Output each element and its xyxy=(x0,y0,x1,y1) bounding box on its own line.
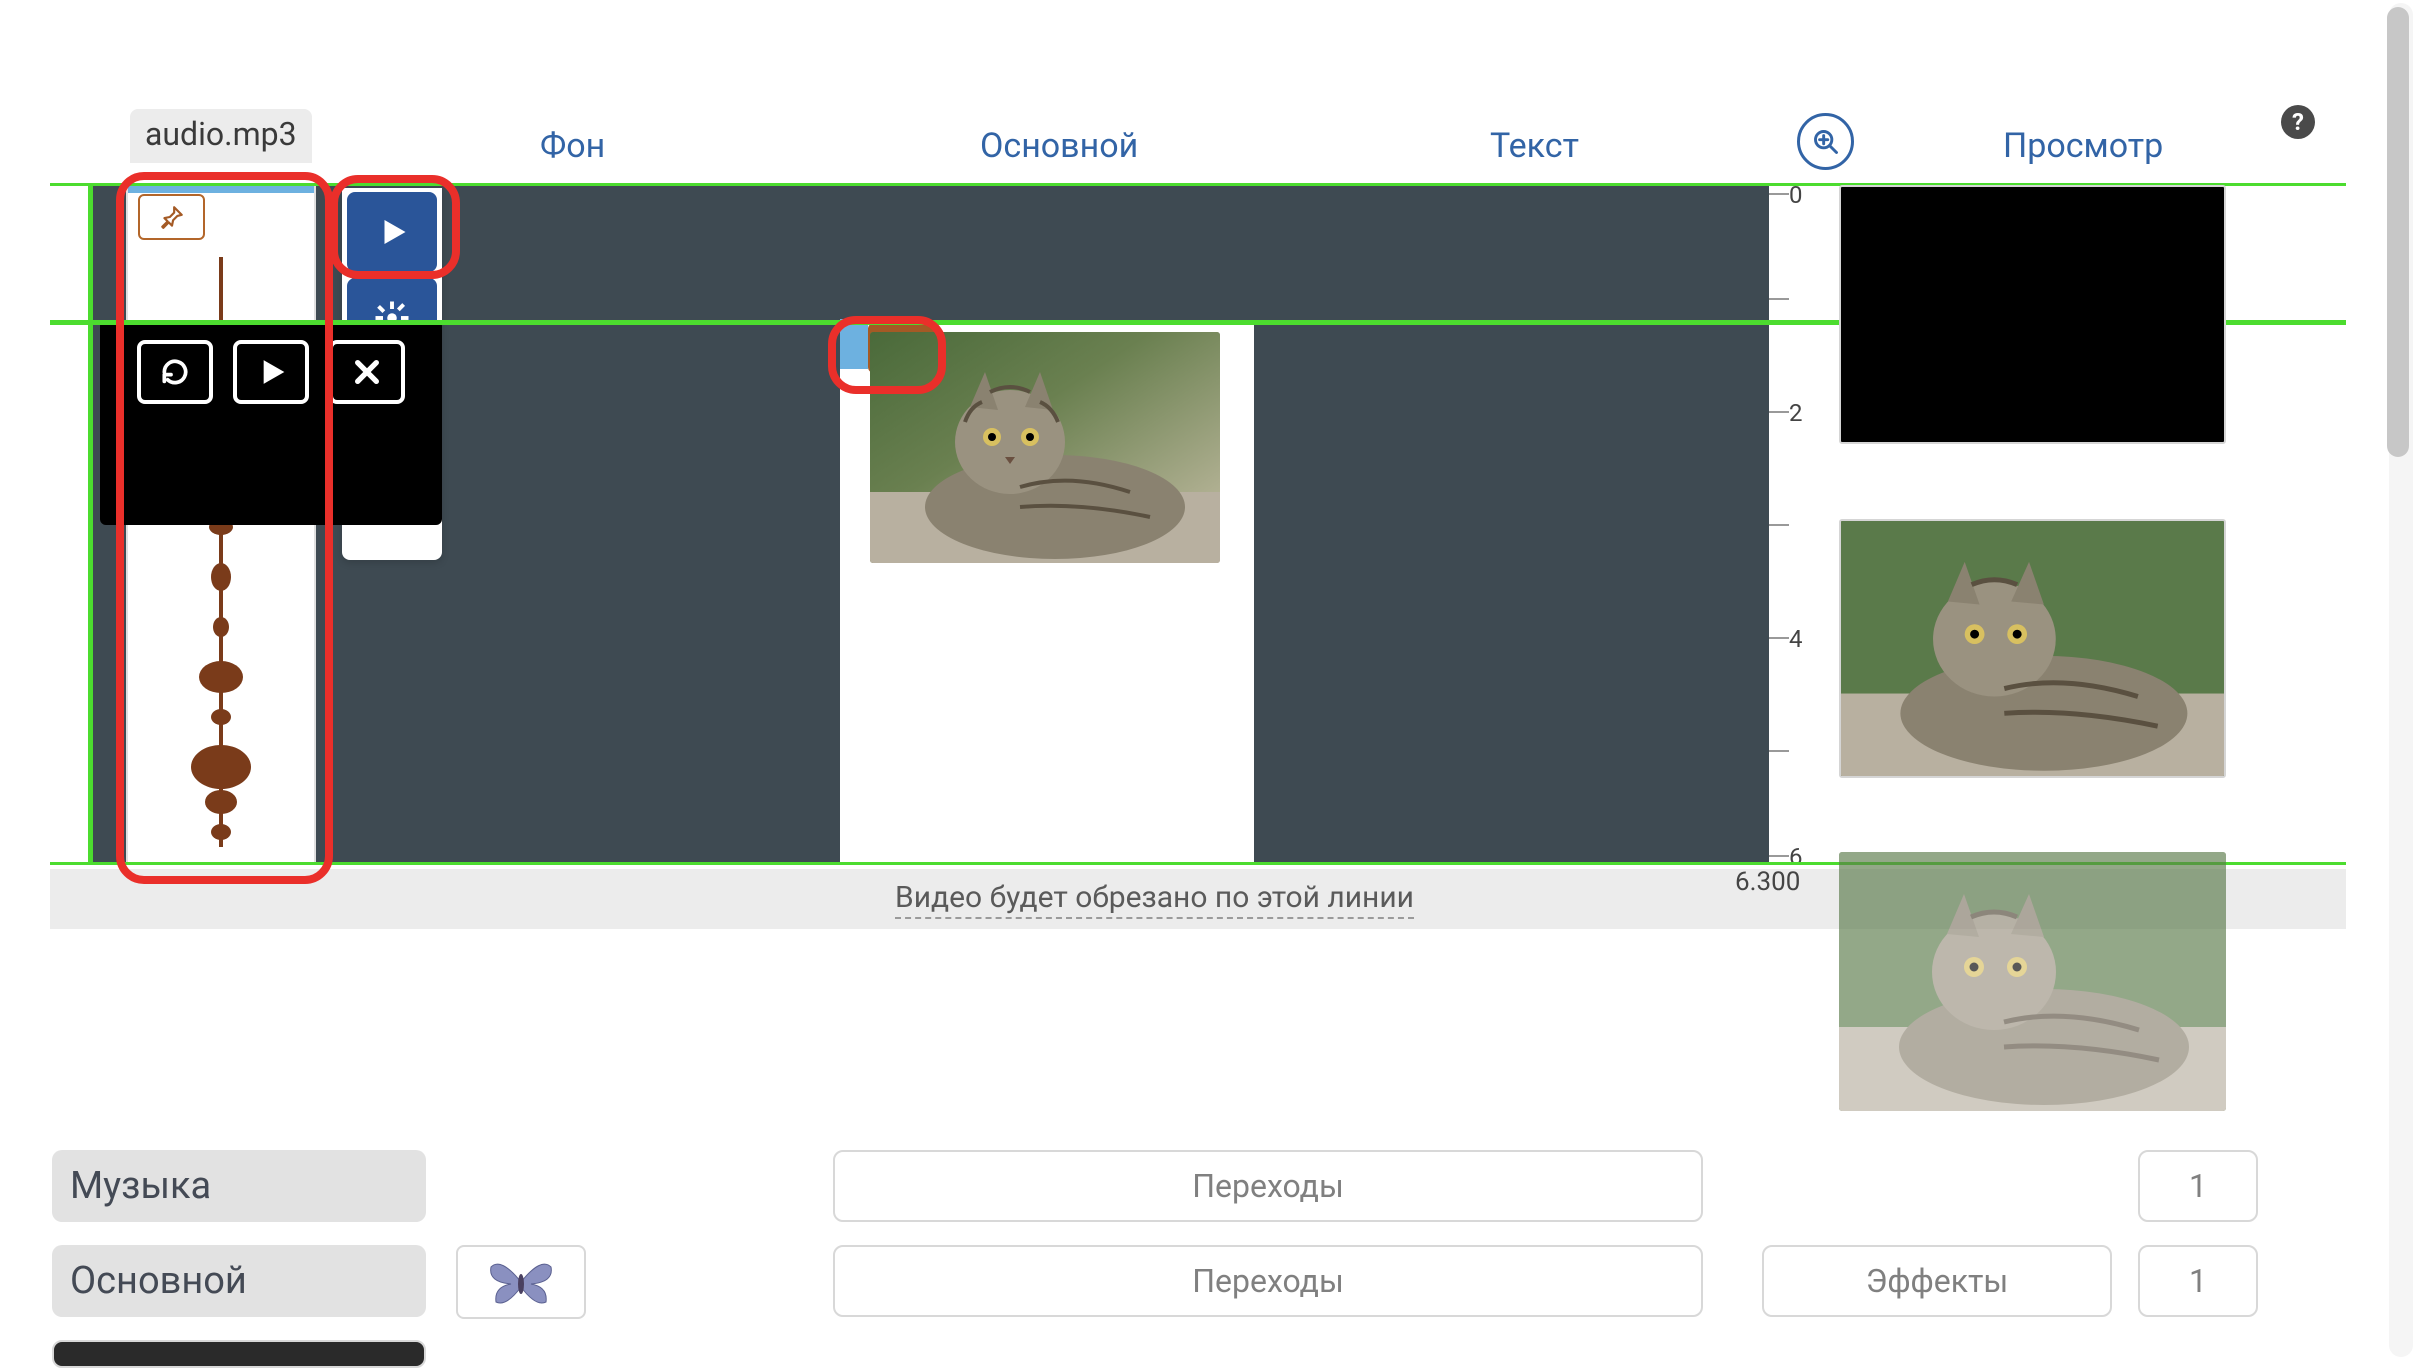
butterfly-icon xyxy=(486,1252,556,1312)
row-main-transitions[interactable]: Переходы xyxy=(833,1245,1703,1317)
zoom-in-button[interactable] xyxy=(1797,113,1854,170)
column-label-text[interactable]: Текст xyxy=(1490,126,1579,166)
header-row: audio.mp3 Фон Основной Текст Просмотр ? xyxy=(50,116,2350,190)
scrollbar-track[interactable] xyxy=(2389,3,2413,1357)
timeline-end-time: 6.300 xyxy=(1735,867,1800,897)
tick-4: 4 xyxy=(1789,625,1803,653)
editor-content: audio.mp3 Фон Основной Текст Просмотр ? xyxy=(0,0,2390,1360)
row-music-count[interactable]: 1 xyxy=(2138,1150,2258,1222)
timeline-ruler: 0 2 4 6 xyxy=(1769,185,1831,865)
row-dark-partial[interactable] xyxy=(52,1340,426,1368)
row-main-count[interactable]: 1 xyxy=(2138,1245,2258,1317)
popup-refresh-button[interactable] xyxy=(137,340,213,404)
column-label-background[interactable]: Фон xyxy=(540,126,605,166)
audio-popup xyxy=(100,320,442,525)
preview-frame-blank[interactable] xyxy=(1839,185,2226,444)
clip-thumbnail[interactable] xyxy=(870,332,1220,563)
preview-frame-2[interactable] xyxy=(1839,852,2226,1111)
scrollbar-thumb[interactable] xyxy=(2387,7,2409,457)
play-icon xyxy=(374,214,410,250)
crop-line-text: Видео будет обрезано по этой линии xyxy=(895,880,1414,919)
tick-2: 2 xyxy=(1789,399,1803,427)
main-clip-handle[interactable] xyxy=(840,319,868,369)
row-music-transitions[interactable]: Переходы xyxy=(833,1150,1703,1222)
audio-track-column[interactable] xyxy=(126,185,316,865)
row-music-label[interactable]: Музыка xyxy=(52,1150,426,1222)
main-clip-column[interactable] xyxy=(840,323,1254,865)
side-play-button[interactable] xyxy=(347,192,437,272)
column-label-preview: Просмотр xyxy=(2003,126,2163,166)
row-main-thumbnail[interactable] xyxy=(456,1245,586,1319)
popup-close-button[interactable] xyxy=(329,340,405,404)
refresh-icon xyxy=(159,356,191,388)
audio-file-tab[interactable]: audio.mp3 xyxy=(130,109,312,163)
row-main-effects[interactable]: Эффекты xyxy=(1762,1245,2112,1317)
row-main-label[interactable]: Основной xyxy=(52,1245,426,1317)
zoom-in-icon xyxy=(1812,128,1840,156)
audio-pin-button[interactable] xyxy=(138,194,205,240)
close-icon xyxy=(351,356,383,388)
guide-vertical-left xyxy=(88,185,93,865)
column-label-main[interactable]: Основной xyxy=(980,126,1138,166)
preview-frame-1[interactable] xyxy=(1839,519,2226,778)
play-icon xyxy=(255,356,287,388)
pin-icon xyxy=(159,204,185,230)
help-button-top[interactable]: ? xyxy=(2281,105,2315,139)
popup-play-button[interactable] xyxy=(233,340,309,404)
